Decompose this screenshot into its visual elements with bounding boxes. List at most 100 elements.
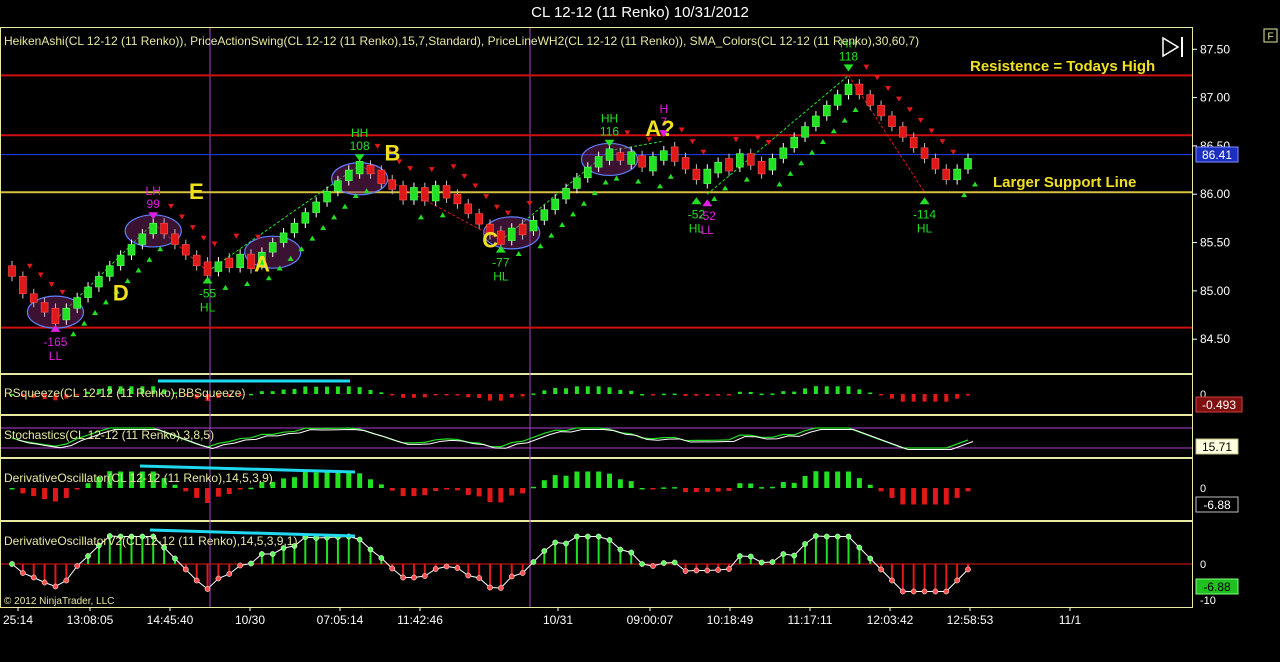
swing-value-label: -165	[43, 335, 67, 349]
rsqueeze-bar	[629, 390, 634, 394]
derivative-bar	[509, 488, 515, 496]
derivative-v2-dot	[182, 566, 189, 573]
up-candle	[540, 209, 549, 221]
down-candle	[453, 193, 462, 205]
sma-up-marker	[135, 267, 142, 273]
rsqueeze-bar	[966, 394, 970, 396]
derivative-bar	[237, 488, 243, 490]
derivative-v2-dot	[356, 536, 363, 543]
derivative-bar	[226, 488, 232, 494]
sma-up-marker	[798, 160, 805, 166]
swing-value-label: 99	[147, 197, 161, 211]
derivative-v2-dot	[574, 533, 580, 540]
sma-up-marker	[570, 211, 577, 217]
up-candle	[127, 244, 136, 256]
sma-down-marker	[461, 173, 468, 179]
play-end-icon[interactable]	[1162, 36, 1183, 58]
derivative-bar	[878, 488, 884, 492]
derivative-v2-dot	[595, 533, 602, 540]
rsqueeze-bar	[889, 394, 894, 399]
derivative-bar	[248, 487, 254, 490]
up-candle	[833, 94, 842, 106]
pattern-annotations: D E A B C A?	[113, 116, 675, 305]
derivative-v2-dot	[389, 565, 396, 572]
derivative-v2-dot	[20, 570, 26, 576]
up-candle	[290, 222, 299, 234]
up-candle	[236, 253, 244, 268]
derivative-bar	[607, 473, 612, 488]
rsqueeze-bar	[650, 394, 655, 396]
derivative-bar	[932, 488, 938, 505]
derivative-bar	[302, 471, 308, 488]
rsqueeze-bar	[792, 391, 797, 394]
up-candle	[573, 177, 581, 189]
derivative-v2-dot	[411, 574, 417, 581]
sma-down-marker	[700, 149, 707, 155]
derivative-v2-dot	[74, 563, 81, 569]
up-candle	[268, 242, 277, 253]
derivative-v2-dot	[921, 588, 928, 595]
derivative-bar	[856, 478, 862, 488]
derivative-v2-dot	[41, 579, 48, 586]
derivative-v2-dot	[204, 586, 211, 592]
derivative-v2-dot	[30, 574, 37, 581]
sma-down-marker	[26, 263, 33, 269]
swing-high-marker	[354, 154, 365, 162]
swing-type-label: HL	[200, 301, 216, 315]
derivative-bar	[922, 488, 928, 505]
down-candle	[692, 168, 701, 181]
down-candle	[725, 158, 733, 172]
down-candle	[388, 179, 397, 190]
up-candle	[312, 201, 320, 213]
down-candle	[681, 157, 690, 170]
derivative-v2-dot	[606, 537, 613, 543]
derivative-bar	[813, 471, 819, 488]
rsqueeze-bar	[781, 391, 786, 394]
derivative-bar	[596, 471, 602, 488]
sma-down-marker	[233, 233, 240, 239]
time-tick-label: 12:03:42	[867, 613, 914, 627]
sma-down-marker	[874, 75, 881, 81]
derivative-v2-dot	[813, 533, 819, 539]
up-candle	[301, 212, 310, 224]
rsqueeze-bar	[542, 390, 547, 394]
price-tick-label: 85.50	[1200, 236, 1230, 250]
sma-up-marker	[341, 203, 348, 209]
rsqueeze-bar	[314, 386, 319, 394]
down-candle	[203, 261, 212, 276]
rsqueeze-bar	[944, 394, 949, 402]
down-candle	[40, 302, 49, 313]
rsqueeze-bar	[640, 394, 645, 396]
rsqueeze-bar	[618, 389, 623, 394]
derivative-bar	[835, 471, 841, 488]
rsqueeze-bar	[922, 394, 927, 402]
time-tick-label: 10/31	[543, 613, 573, 627]
support-label: Larger Support Line	[993, 174, 1136, 191]
swing-low-marker	[919, 197, 930, 205]
up-candle	[105, 265, 114, 277]
sma-up-marker	[787, 170, 794, 176]
up-candle	[323, 191, 331, 203]
up-candle	[714, 162, 722, 174]
rsqueeze-bar	[748, 391, 753, 394]
swing-high-marker	[843, 64, 854, 72]
rsqueeze-bar	[509, 394, 514, 398]
up-candle	[649, 156, 657, 172]
up-candle	[790, 136, 798, 149]
price-tick-label: 86.00	[1200, 187, 1230, 201]
derivative-v2-dot	[530, 559, 537, 565]
up-candle	[551, 198, 559, 210]
derivative-bar	[889, 488, 895, 498]
swing-type-label: LL	[701, 223, 715, 237]
chart-canvas[interactable]: F 87.5087.0086.5086.0085.5085.0084.50 -1…	[0, 26, 1280, 662]
sma-down-marker	[939, 139, 946, 145]
sma-up-marker	[841, 117, 848, 123]
derivative-bar	[791, 482, 797, 488]
derivative-bar	[378, 484, 384, 488]
sma-up-marker	[417, 214, 424, 220]
sma-down-marker	[494, 204, 500, 210]
derivative-v2-dot	[856, 544, 863, 551]
rsqueeze-bar	[596, 386, 601, 394]
sma-up-marker	[102, 299, 109, 305]
up-candle	[703, 168, 712, 184]
